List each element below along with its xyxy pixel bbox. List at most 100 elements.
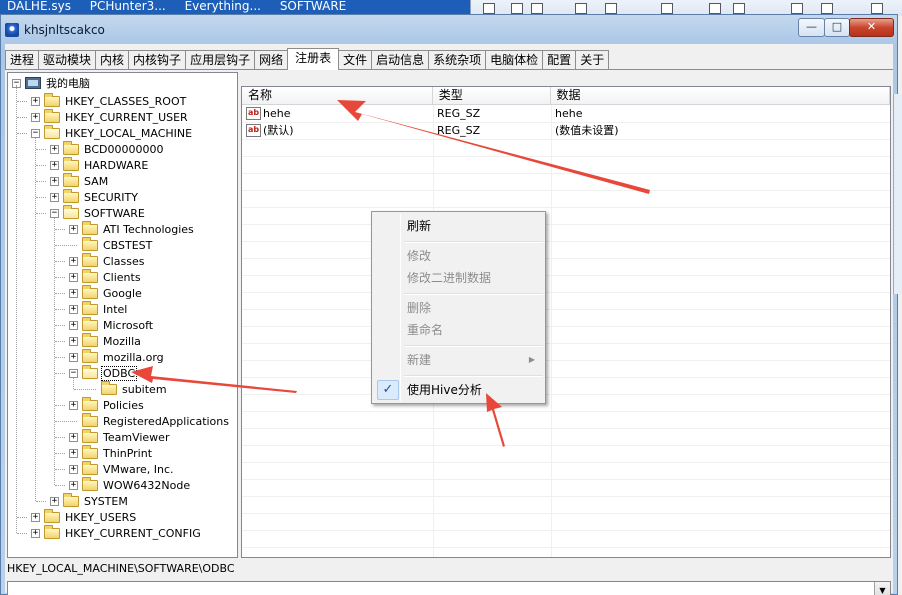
column-header-type[interactable]: 类型 (433, 87, 551, 105)
taskbar-item[interactable]: SOFTWARE (280, 0, 346, 13)
tree-node[interactable]: + WOW6432Node (69, 476, 192, 493)
tree-node[interactable]: + HKEY_CURRENT_CONFIG (31, 524, 203, 541)
tab-9[interactable]: 系统杂项 (428, 50, 487, 70)
menu-item-modify[interactable]: 修改 (374, 245, 543, 267)
taskbar-item[interactable]: Everything... (185, 0, 261, 13)
expand-icon[interactable]: + (69, 224, 78, 234)
taskbar-item[interactable]: PCHunter3... (90, 0, 166, 13)
expand-icon[interactable]: + (69, 320, 78, 330)
combo-dropdown-icon[interactable]: ▼ (874, 582, 890, 595)
tab-10[interactable]: 电脑体检 (485, 50, 544, 70)
minimize-button[interactable]: — (798, 18, 825, 37)
expand-icon[interactable]: + (50, 496, 59, 506)
expand-icon[interactable]: + (69, 432, 78, 442)
grid-line (242, 547, 890, 548)
expand-icon[interactable]: + (31, 528, 40, 538)
tree-node[interactable]: + SECURITY (50, 188, 140, 205)
tree-node[interactable]: + SAM (50, 172, 110, 189)
list-row[interactable]: ab hehe REG_SZ hehe (242, 106, 890, 123)
tab-8[interactable]: 启动信息 (371, 50, 430, 70)
registry-tree[interactable]: − 我的电脑 + HKEY_CLASSES_ROOT + HKEY_CURRENT_USE… (7, 72, 238, 558)
expand-icon[interactable]: + (69, 288, 78, 298)
tree-label: RegisteredApplications (103, 414, 229, 428)
tab-12[interactable]: 关于 (575, 50, 610, 70)
tab-2[interactable]: 内核 (95, 50, 130, 70)
tree-node[interactable]: + Policies (69, 396, 146, 413)
tree-node[interactable]: + Google (69, 284, 144, 301)
side-panel-edge (893, 94, 902, 294)
tab-6[interactable]: 注册表 (287, 48, 340, 70)
expand-icon[interactable]: + (69, 272, 78, 282)
expand-icon[interactable]: + (69, 352, 78, 362)
tab-3[interactable]: 内核钩子 (128, 50, 187, 70)
tree-node[interactable]: + HKEY_CLASSES_ROOT (31, 92, 188, 109)
collapse-icon[interactable]: − (31, 128, 40, 138)
column-header-name[interactable]: 名称 (242, 87, 433, 105)
expand-icon[interactable]: + (50, 192, 59, 202)
menu-item-refresh[interactable]: 刷新 (374, 215, 543, 237)
tab-11[interactable]: 配置 (542, 50, 577, 70)
list-row[interactable]: ab (默认) REG_SZ (数值未设置) (242, 123, 890, 140)
tree-node[interactable]: + mozilla.org (69, 348, 166, 365)
grid-line (242, 309, 890, 310)
menu-item-use-hive[interactable]: ✓ 使用Hive分析 (374, 379, 543, 401)
tree-node[interactable]: + TeamViewer (69, 428, 171, 445)
title-bar[interactable]: khsjnltscakco — □ ✕ (1, 15, 897, 46)
tab-7[interactable]: 文件 (338, 50, 373, 70)
tree-node[interactable]: + BCD00000000 (50, 140, 166, 157)
menu-item-rename[interactable]: 重命名 (374, 319, 543, 341)
path-combobox[interactable]: ▼ (7, 581, 891, 595)
tree-node[interactable]: + HKEY_CURRENT_USER (31, 108, 190, 125)
menu-item-modify-binary[interactable]: 修改二进制数据 (374, 267, 543, 289)
collapse-icon[interactable]: − (50, 208, 59, 218)
tree-node[interactable]: + ThinPrint (69, 444, 154, 461)
expand-icon[interactable]: + (69, 304, 78, 314)
tree-node[interactable]: CBSTEST (69, 236, 154, 253)
tree-node[interactable]: subitem (88, 380, 169, 397)
tree-node[interactable]: + HKEY_USERS (31, 508, 138, 525)
expand-icon[interactable]: + (69, 464, 78, 474)
expand-icon[interactable]: + (69, 400, 78, 410)
value-list[interactable]: 名称 类型 数据 ab hehe REG_SZ hehe ab (默认) REG_S… (241, 86, 891, 558)
tree-node[interactable]: + VMware, Inc. (69, 460, 176, 477)
tree-node[interactable]: − SOFTWARE (50, 204, 147, 221)
tree-node[interactable]: + ATI Technologies (69, 220, 196, 237)
tree-root-my-computer[interactable]: − 我的电脑 (12, 75, 92, 91)
maximize-button[interactable]: □ (824, 18, 850, 37)
expand-icon[interactable]: + (69, 480, 78, 490)
tree-node[interactable]: + Classes (69, 252, 146, 269)
expand-icon[interactable]: + (50, 144, 59, 154)
tree-node[interactable]: − ODBC (69, 364, 138, 381)
expand-icon[interactable]: + (69, 448, 78, 458)
expand-icon[interactable]: + (31, 512, 40, 522)
tree-node[interactable]: + HARDWARE (50, 156, 150, 173)
tree-label: subitem (122, 382, 167, 396)
taskbar-item[interactable]: DALHE.sys (7, 0, 71, 13)
tab-1[interactable]: 驱动模块 (38, 50, 97, 70)
tree-node[interactable]: + Clients (69, 268, 143, 285)
menu-item-new[interactable]: 新建 ▶ (374, 349, 543, 371)
tab-0[interactable]: 进程 (5, 50, 40, 70)
tree-node[interactable]: RegisteredApplications (69, 412, 231, 429)
tab-4[interactable]: 应用层钩子 (185, 50, 256, 70)
folder-icon (82, 252, 98, 267)
collapse-icon[interactable]: − (69, 368, 78, 378)
expand-icon[interactable]: + (69, 256, 78, 266)
folder-icon (44, 124, 60, 139)
expand-icon[interactable]: + (31, 96, 40, 106)
close-button[interactable]: ✕ (849, 18, 894, 37)
tree-node[interactable]: − HKEY_LOCAL_MACHINE (31, 124, 194, 141)
tree-connector (54, 217, 55, 485)
expand-icon[interactable]: + (50, 160, 59, 170)
expand-icon[interactable]: + (69, 336, 78, 346)
tab-5[interactable]: 网络 (254, 50, 289, 70)
column-header-data[interactable]: 数据 (551, 87, 890, 105)
expand-icon[interactable]: + (50, 176, 59, 186)
menu-item-delete[interactable]: 删除 (374, 297, 543, 319)
tree-node[interactable]: + Microsoft (69, 316, 155, 333)
tree-node[interactable]: + SYSTEM (50, 492, 130, 509)
tree-node[interactable]: + Intel (69, 300, 129, 317)
expand-icon[interactable]: + (31, 112, 40, 122)
tree-label: ODBC (101, 365, 138, 381)
tree-node[interactable]: + Mozilla (69, 332, 143, 349)
